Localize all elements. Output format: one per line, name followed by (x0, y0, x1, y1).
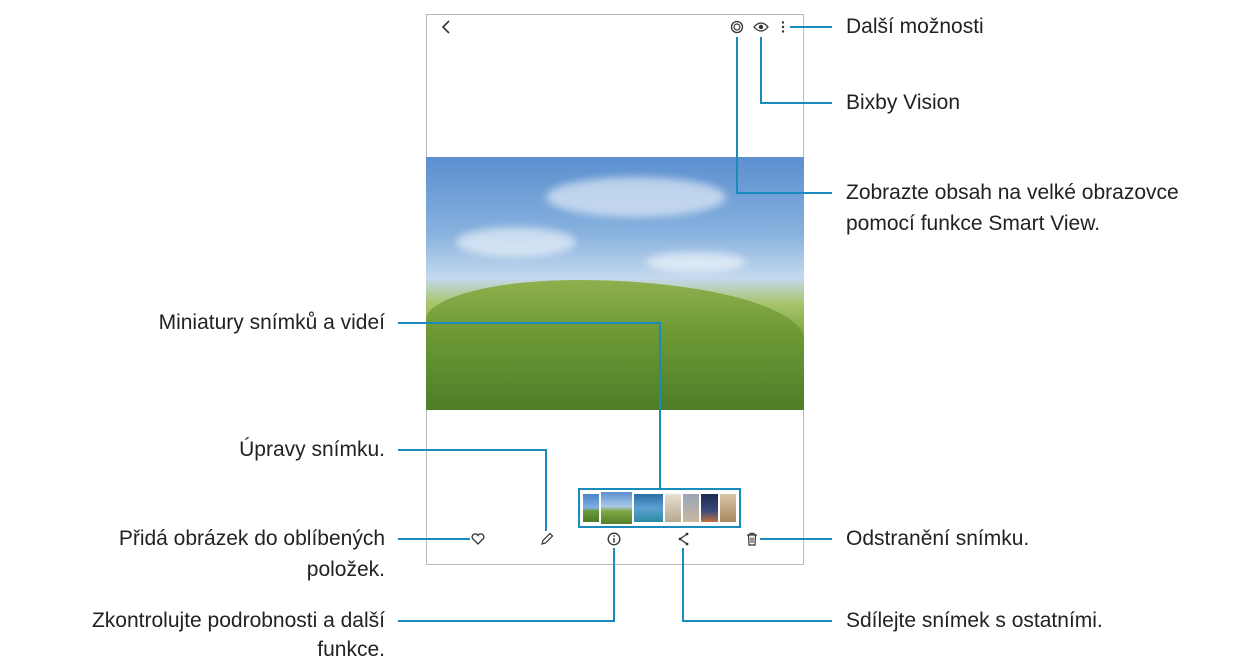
label-details-1: Zkontrolujte podrobnosti a další (91, 609, 385, 632)
callout-line-smartview-h (736, 192, 832, 194)
callout-line-edit-h (398, 449, 547, 451)
callout-line-more (790, 26, 832, 28)
callout-line-share-v (682, 548, 684, 622)
thumbnail[interactable] (634, 494, 663, 522)
label-share: Sdílejte snímek s ostatními. (846, 609, 1103, 632)
thumbnail-strip[interactable] (578, 488, 741, 528)
label-delete: Odstranění snímku. (846, 527, 1030, 550)
thumbnail[interactable] (664, 494, 682, 522)
pencil-icon[interactable] (539, 531, 555, 547)
label-thumbnails: Miniatury snímků a videí (158, 311, 385, 334)
back-icon[interactable] (438, 18, 454, 36)
thumbnail[interactable] (583, 494, 600, 522)
thumbnail[interactable] (701, 494, 718, 522)
callout-line-edit-v (545, 449, 547, 531)
callout-line-details-v (613, 548, 615, 622)
more-vertical-icon[interactable] (779, 19, 787, 35)
smart-view-icon[interactable] (729, 19, 745, 35)
callout-line-thumbs-h (398, 322, 661, 324)
label-favorite-1: Přidá obrázek do oblíbených (118, 527, 385, 550)
thumbnail[interactable] (719, 494, 737, 522)
thumbnail[interactable] (683, 494, 700, 522)
label-more-options: Další možnosti (846, 15, 984, 38)
label-bixby-vision: Bixby Vision (846, 91, 961, 114)
label-smart-view-1: Zobrazte obsah na velké obrazovce (846, 181, 1179, 204)
label-edit: Úpravy snímku. (239, 438, 385, 461)
eye-icon[interactable] (752, 19, 770, 35)
photo[interactable] (426, 157, 804, 410)
info-icon[interactable] (606, 531, 622, 547)
share-icon[interactable] (675, 531, 691, 547)
callout-line-favorite (398, 538, 470, 540)
label-details-2: funkce. (317, 638, 385, 661)
heart-icon[interactable] (470, 531, 486, 547)
thumbnail-selected[interactable] (601, 492, 632, 524)
callout-line-share-h (682, 620, 832, 622)
callout-line-smartview (736, 37, 738, 194)
callout-line-bixby-h (760, 102, 832, 104)
trash-icon[interactable] (744, 531, 760, 547)
label-favorite-2: položek. (306, 558, 385, 581)
callout-line-thumbs-v (659, 322, 661, 488)
callout-line-bixby (760, 37, 762, 104)
callout-line-details-h (398, 620, 615, 622)
label-smart-view-2: pomocí funkce Smart View. (846, 212, 1101, 235)
callout-line-delete (760, 538, 832, 540)
